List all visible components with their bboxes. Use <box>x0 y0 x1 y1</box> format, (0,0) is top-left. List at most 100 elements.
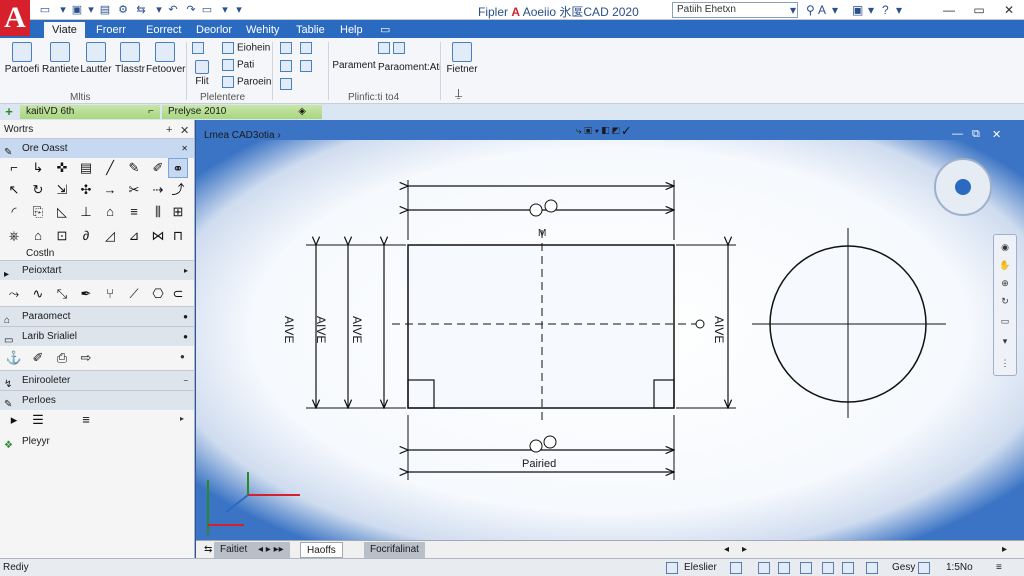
transparency-mode-icon[interactable] <box>866 562 878 574</box>
rotate-tool-icon[interactable]: ↻ <box>28 180 48 200</box>
quick-access-new-icon[interactable]: ▭ <box>38 3 52 17</box>
viewport-close-icon[interactable]: ✕ <box>992 128 1001 141</box>
mirror-tool-icon[interactable]: ⫼ <box>148 202 168 222</box>
arc-tool-icon[interactable]: ◜ <box>4 202 24 222</box>
tab-layout2[interactable]: Focrifalinat <box>364 542 425 558</box>
anchor-tool-icon[interactable]: ⚓ <box>4 348 24 368</box>
ribbon-small-button[interactable] <box>300 60 315 72</box>
move-tool-icon[interactable]: ✜ <box>52 158 72 178</box>
ribbon-button-fetner[interactable]: Fietner <box>444 42 480 75</box>
text-tool-icon[interactable]: ≡ <box>76 410 96 430</box>
edit-tool-icon[interactable]: ✐ <box>148 158 168 178</box>
cross-tool-icon[interactable]: ✣ <box>76 180 96 200</box>
osnap-mode-icon[interactable] <box>800 562 812 574</box>
quick-access-tool-icon[interactable]: ⚙ <box>116 3 130 17</box>
ribbon-button-perforate[interactable]: Partoefi <box>4 42 40 75</box>
sign-in-icon[interactable]: A <box>818 3 826 17</box>
ribbon-button-letter[interactable]: Lautter <box>78 42 114 75</box>
ribbon-small-button[interactable] <box>378 42 408 54</box>
fillet-tool-icon[interactable]: ⤴ <box>168 180 188 200</box>
stretch-tool-icon[interactable]: ⇢ <box>148 180 168 200</box>
otrack-mode-icon[interactable] <box>822 562 834 574</box>
status-item[interactable]: Gesy <box>892 562 915 573</box>
palette-section-header[interactable]: ❖ Pleyyr <box>0 432 194 452</box>
bottom-dimension-label[interactable]: Pairied <box>522 458 556 470</box>
palette-section-header[interactable]: ✎ Perloes <box>0 390 194 410</box>
ribbon-small-button[interactable] <box>192 42 207 54</box>
close-icon[interactable]: ⌐ <box>148 105 154 119</box>
quick-access-redo-icon[interactable]: ↷ <box>184 3 198 17</box>
menu-item-draw[interactable]: Deorlor <box>188 22 240 38</box>
spline-tool-icon[interactable]: ∂ <box>76 226 96 246</box>
snap-mode-icon[interactable] <box>666 562 678 574</box>
nav-steering-wheel-icon[interactable]: ◉ <box>999 241 1011 253</box>
snap-tool-icon[interactable]: ⤳ <box>4 284 24 304</box>
lock-tool-icon[interactable]: ⌂ <box>28 226 48 246</box>
minimize-icon[interactable]: — <box>934 0 964 20</box>
ortho-mode-icon[interactable] <box>758 562 770 574</box>
user-icon[interactable]: ⚲ <box>806 3 815 17</box>
extend-tool-icon[interactable]: → <box>100 180 120 200</box>
nav-pan-icon[interactable]: ✋ <box>999 259 1011 271</box>
side-dimension-label[interactable]: AIVE <box>350 316 364 343</box>
lineweight-mode-icon[interactable] <box>842 562 854 574</box>
menu-item-view[interactable]: Viate <box>44 22 85 38</box>
close-icon[interactable]: ✕ <box>181 139 188 159</box>
ribbon-button-rotate[interactable]: Rantiete <box>42 42 79 75</box>
expand-arrow-icon[interactable]: ▸ <box>180 414 184 423</box>
ribbon-small-button[interactable] <box>300 42 315 54</box>
hook-tool-icon[interactable]: ⊂ <box>168 284 188 304</box>
sign-in-dropdown-icon[interactable]: ▾ <box>832 3 838 17</box>
canvas-toolbar-icon[interactable]: ⤷ ▣ ▾ ◧ ◩ ✓ <box>576 126 630 137</box>
dimension-grip-top[interactable] <box>544 199 558 213</box>
pin-icon[interactable]: + <box>166 124 172 136</box>
side-dimension-label[interactable]: AIVE <box>712 316 726 343</box>
pin-icon[interactable]: ⍊ <box>455 86 462 101</box>
tab-arrows-icon[interactable]: ◂ ▸ ▸▸ <box>252 542 290 558</box>
menu-item-help[interactable]: Help <box>332 22 371 38</box>
scrollbar-right-icon[interactable]: ▸ <box>996 542 1013 558</box>
marker-tool-icon[interactable]: ✐ <box>28 348 48 368</box>
pencil-tool-icon[interactable]: ✎ <box>124 158 144 178</box>
application-logo-icon[interactable]: A <box>0 0 30 36</box>
palette-section-header[interactable]: ✎ Ore Oasst ✕ <box>0 138 194 158</box>
dimension-grip-bottom[interactable] <box>543 435 557 449</box>
viewport-controls-label[interactable]: Lmea CAD3otia › <box>204 130 281 141</box>
diag-tool-icon[interactable]: ⤡ <box>52 284 72 304</box>
nav-options-icon[interactable]: ▾ <box>999 335 1011 347</box>
maximize-icon[interactable]: ▭ <box>964 0 994 20</box>
palette-section-header[interactable]: ↯ Enirooleter − <box>0 370 194 390</box>
dimension-grip-bottom[interactable] <box>529 439 543 453</box>
status-item[interactable]: Eleslier <box>684 562 717 573</box>
scrollbar-left-icon[interactable]: ◂ <box>718 542 735 558</box>
viewcube-navigation[interactable] <box>934 158 992 216</box>
customize-icon[interactable]: ≡ <box>996 562 1002 573</box>
trim-tool-icon[interactable]: ✂ <box>124 180 144 200</box>
quick-access-save-icon[interactable]: ▤ <box>98 3 112 17</box>
block-tool-icon[interactable]: ⎈ <box>4 226 24 246</box>
quick-access-dropdown-icon[interactable]: ▾ <box>152 3 166 17</box>
array-tool-icon[interactable]: ≡ <box>124 202 144 222</box>
line-tool-icon[interactable]: ⌐ <box>4 158 24 178</box>
tab-layout1[interactable]: Haoffs <box>300 542 343 558</box>
quick-access-dropdown-icon[interactable]: ▾ <box>232 3 246 17</box>
nav-zoom-icon[interactable]: ⊕ <box>999 277 1011 289</box>
join-tool-icon[interactable]: ⋈ <box>148 226 168 246</box>
top-dimension-label[interactable]: M <box>538 228 546 239</box>
side-dimension-label[interactable]: AIVE <box>282 316 296 343</box>
tab-model[interactable]: Faitiet <box>214 542 254 558</box>
ribbon-small-button[interactable]: Paraoment:Ati <box>378 62 441 73</box>
arrow-diag-icon[interactable]: ↖ <box>4 180 24 200</box>
measure-tool-icon[interactable]: ◺ <box>52 202 72 222</box>
exchange-dropdown-icon[interactable]: ▾ <box>868 3 874 17</box>
offset-tool-icon[interactable]: ⊥ <box>76 202 96 222</box>
side-dimension-label[interactable]: AIVE <box>314 316 328 343</box>
palette-section-header[interactable]: ▭ Larib Srialiel ● <box>0 326 194 346</box>
document-tab[interactable]: kaitiVD 6th ⌐ <box>20 105 160 119</box>
tab-options-icon[interactable]: ◈ <box>298 105 306 119</box>
ruler-tool-icon[interactable]: ⊓ <box>168 226 188 246</box>
block-edit-icon[interactable]: ⎔ <box>148 284 168 304</box>
play-icon[interactable]: ▸ <box>4 410 24 430</box>
annotation-scale-icon[interactable] <box>918 562 930 574</box>
exchange-icon[interactable]: ▣ <box>852 3 863 17</box>
